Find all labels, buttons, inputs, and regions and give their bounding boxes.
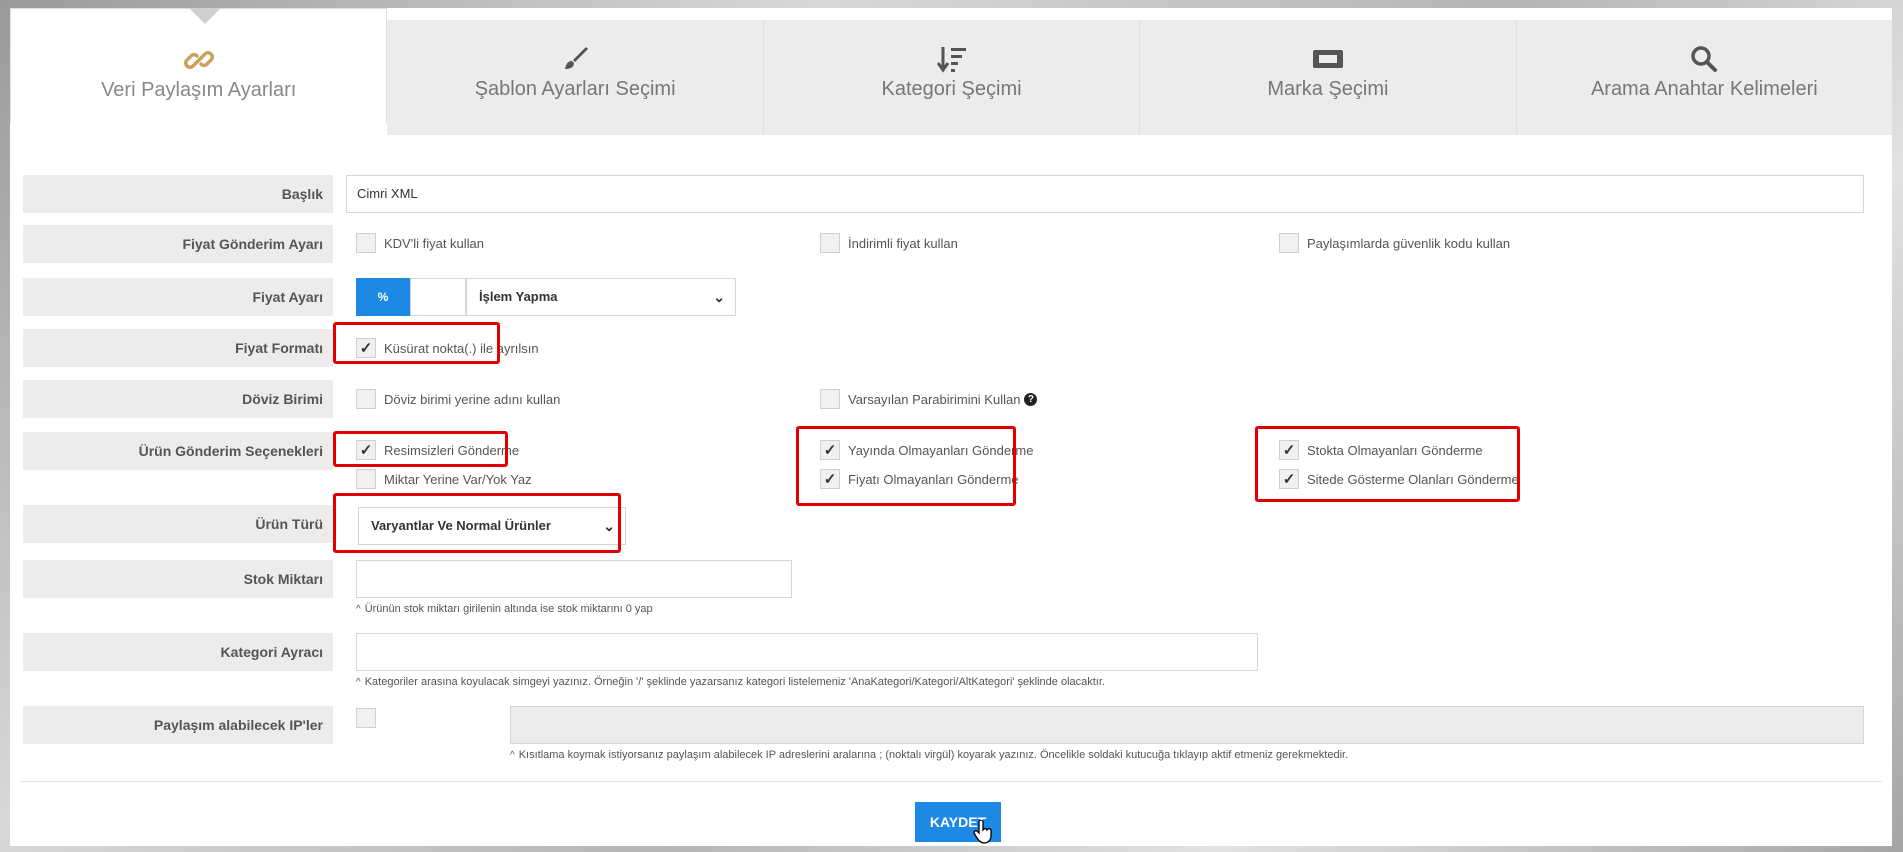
urun-gonderim-label: Ürün Gönderim Seçenekleri bbox=[23, 432, 333, 470]
doviz-adi-option[interactable]: Döviz birimi yerine adını kullan bbox=[356, 389, 560, 409]
kusurat-option[interactable]: Küsürat nokta(.) ile ayrılsın bbox=[356, 338, 539, 358]
checkbox[interactable] bbox=[356, 469, 376, 489]
stokta-olmayanlar-option[interactable]: Stokta Olmayanları Gönderme bbox=[1279, 440, 1483, 460]
row-urun-gonderim: Ürün Gönderim Seçenekleri Resimsizleri G… bbox=[23, 432, 1873, 492]
tab-label: Arama Anahtar Kelimeleri bbox=[1590, 78, 1818, 100]
stok-miktari-hint: ^ Ürünün stok miktarı girilenin altında i… bbox=[356, 603, 653, 615]
hand-cursor-icon bbox=[973, 819, 993, 848]
checkbox[interactable] bbox=[1279, 233, 1299, 253]
row-fiyat-ayari: Fiyat Ayarı % İşlem Yapma ⌄ bbox=[23, 278, 1873, 316]
tab-label: Şablon Ayarları Seçimi bbox=[474, 78, 676, 100]
checkbox[interactable] bbox=[356, 389, 376, 409]
checkbox[interactable] bbox=[356, 708, 376, 728]
select-value: İşlem Yapma bbox=[479, 289, 558, 304]
tab-veri-paylasim[interactable]: Veri Paylaşım Ayarları bbox=[10, 8, 388, 123]
row-stok-miktari: Stok Miktarı ^ Ürünün stok miktarı girile… bbox=[23, 560, 1873, 620]
brush-icon bbox=[561, 44, 589, 74]
tab-sablon[interactable]: Şablon Ayarları Seçimi bbox=[387, 20, 764, 135]
guvenlik-kodu-option[interactable]: Paylaşımlarda güvenlik kodu kullan bbox=[1279, 233, 1510, 253]
option-label: İndirimli fiyat kullan bbox=[848, 235, 958, 251]
tab-label: Kategori Şeçimi bbox=[881, 78, 1022, 100]
row-baslik: Başlık Cimri XML bbox=[23, 175, 1873, 213]
caret-up-icon: ^ bbox=[356, 604, 361, 615]
tab-kategori[interactable]: Kategori Şeçimi bbox=[763, 20, 1141, 135]
fiyati-olmayanlar-option[interactable]: Fiyatı Olmayanları Gönderme bbox=[820, 469, 1019, 489]
varsayilan-parabirimi-option[interactable]: Varsayılan Parabirimini Kullan ? bbox=[820, 389, 1038, 409]
option-label: Miktar Yerine Var/Yok Yaz bbox=[384, 471, 532, 487]
chevron-down-icon: ⌄ bbox=[603, 518, 615, 534]
checkbox[interactable] bbox=[820, 233, 840, 253]
option-label: Yayında Olmayanları Gönderme bbox=[848, 442, 1034, 458]
fiyat-amount-input[interactable] bbox=[410, 278, 466, 316]
checkbox[interactable] bbox=[820, 469, 840, 489]
caret-up-icon: ^ bbox=[510, 750, 515, 761]
fiyat-gonderim-label: Fiyat Gönderim Ayarı bbox=[23, 225, 333, 263]
checkbox[interactable] bbox=[1279, 440, 1299, 460]
option-label: Sitede Gösterme Olanları Gönderme bbox=[1307, 471, 1519, 487]
sitede-gosterme-option[interactable]: Sitede Gösterme Olanları Gönderme bbox=[1279, 469, 1519, 489]
hint-text: Kısıtlama koymak istiyorsanız paylaşım a… bbox=[518, 749, 1349, 761]
fiyat-islem-select[interactable]: İşlem Yapma ⌄ bbox=[466, 278, 736, 316]
percent-unit-button[interactable]: % bbox=[356, 278, 410, 316]
checkbox[interactable] bbox=[820, 389, 840, 409]
fiyat-ayari-label: Fiyat Ayarı bbox=[23, 278, 333, 316]
miktar-var-yok-option[interactable]: Miktar Yerine Var/Yok Yaz bbox=[356, 469, 532, 489]
option-label: Resimsizleri Gönderme bbox=[384, 442, 520, 458]
search-icon bbox=[1690, 44, 1718, 74]
checkbox[interactable] bbox=[356, 338, 376, 358]
hint-text: Kategoriler arasına koyulacak simgeyi ya… bbox=[364, 676, 1105, 688]
kategori-ayraci-input[interactable] bbox=[356, 633, 1258, 671]
hint-text: Ürünün stok miktarı girilenin altında is… bbox=[364, 603, 653, 615]
checkbox[interactable] bbox=[356, 440, 376, 460]
fiyat-formati-label: Fiyat Formatı bbox=[23, 329, 333, 367]
row-kategori-ayraci: Kategori Ayracı ^ Kategoriler arasına koy… bbox=[23, 633, 1873, 693]
option-label: Stokta Olmayanları Gönderme bbox=[1307, 442, 1483, 458]
option-label: Küsürat nokta(.) ile ayrılsın bbox=[384, 340, 539, 356]
urun-turu-select[interactable]: Varyantlar Ve Normal Ürünler ⌄ bbox=[358, 507, 626, 545]
ip-enable-option[interactable] bbox=[356, 708, 384, 728]
doviz-birimi-label: Döviz Birimi bbox=[23, 380, 333, 418]
stok-miktari-input[interactable] bbox=[356, 560, 792, 598]
stok-miktari-label: Stok Miktarı bbox=[23, 560, 333, 598]
row-doviz-birimi: Döviz Birimi Döviz birimi yerine adını k… bbox=[23, 380, 1873, 418]
row-ip: Paylaşım alabilecek IP'ler ^ Kısıtlama ko… bbox=[23, 706, 1873, 766]
caret-up-icon: ^ bbox=[356, 677, 361, 688]
option-label: Döviz birimi yerine adını kullan bbox=[384, 391, 561, 407]
ip-input[interactable] bbox=[510, 706, 1864, 744]
ticket-icon bbox=[1312, 44, 1344, 74]
chevron-down-icon: ⌄ bbox=[713, 289, 725, 305]
settings-panel: Veri Paylaşım Ayarları Şablon Ayarları S… bbox=[10, 8, 1893, 848]
baslik-input[interactable]: Cimri XML bbox=[346, 175, 1864, 213]
row-fiyat-formati: Fiyat Formatı Küsürat nokta(.) ile ayrıl… bbox=[23, 329, 1873, 367]
option-label: Varsayılan Parabirimini Kullan bbox=[848, 391, 1021, 407]
sort-icon bbox=[936, 44, 967, 74]
kategori-ayraci-label: Kategori Ayracı bbox=[23, 633, 333, 671]
tab-label: Veri Paylaşım Ayarları bbox=[101, 79, 297, 101]
option-label: Paylaşımlarda güvenlik kodu kullan bbox=[1307, 235, 1511, 251]
help-icon[interactable]: ? bbox=[1024, 392, 1038, 406]
tab-bar: Veri Paylaşım Ayarları Şablon Ayarları S… bbox=[10, 8, 1893, 135]
divider bbox=[20, 781, 1882, 782]
select-value: Varyantlar Ve Normal Ürünler bbox=[371, 518, 551, 533]
checkbox[interactable] bbox=[356, 233, 376, 253]
kategori-ayraci-hint: ^ Kategoriler arasına koyulacak simgeyi y… bbox=[356, 676, 1105, 688]
kdvli-fiyat-option[interactable]: KDV'li fiyat kullan bbox=[356, 233, 484, 253]
link-icon bbox=[183, 45, 214, 75]
row-fiyat-gonderim: Fiyat Gönderim Ayarı KDV'li fiyat kullan… bbox=[23, 225, 1873, 263]
row-urun-turu: Ürün Türü Varyantlar Ve Normal Ürünler ⌄ bbox=[23, 505, 1873, 545]
ip-label: Paylaşım alabilecek IP'ler bbox=[23, 706, 333, 744]
tab-label: Marka Şeçimi bbox=[1267, 78, 1389, 100]
baslik-label: Başlık bbox=[23, 175, 333, 213]
checkbox[interactable] bbox=[1279, 469, 1299, 489]
checkbox[interactable] bbox=[820, 440, 840, 460]
ip-hint: ^ Kısıtlama koymak istiyorsanız paylaşım … bbox=[510, 749, 1348, 761]
indirimli-fiyat-option[interactable]: İndirimli fiyat kullan bbox=[820, 233, 958, 253]
option-label: Fiyatı Olmayanları Gönderme bbox=[848, 471, 1019, 487]
urun-turu-label: Ürün Türü bbox=[23, 505, 333, 543]
yayinda-olmayanlar-option[interactable]: Yayında Olmayanları Gönderme bbox=[820, 440, 1033, 460]
tab-marka[interactable]: Marka Şeçimi bbox=[1140, 20, 1517, 135]
option-label: KDV'li fiyat kullan bbox=[384, 235, 485, 251]
resimsizleri-option[interactable]: Resimsizleri Gönderme bbox=[356, 440, 519, 460]
tab-arama[interactable]: Arama Anahtar Kelimeleri bbox=[1516, 20, 1893, 135]
